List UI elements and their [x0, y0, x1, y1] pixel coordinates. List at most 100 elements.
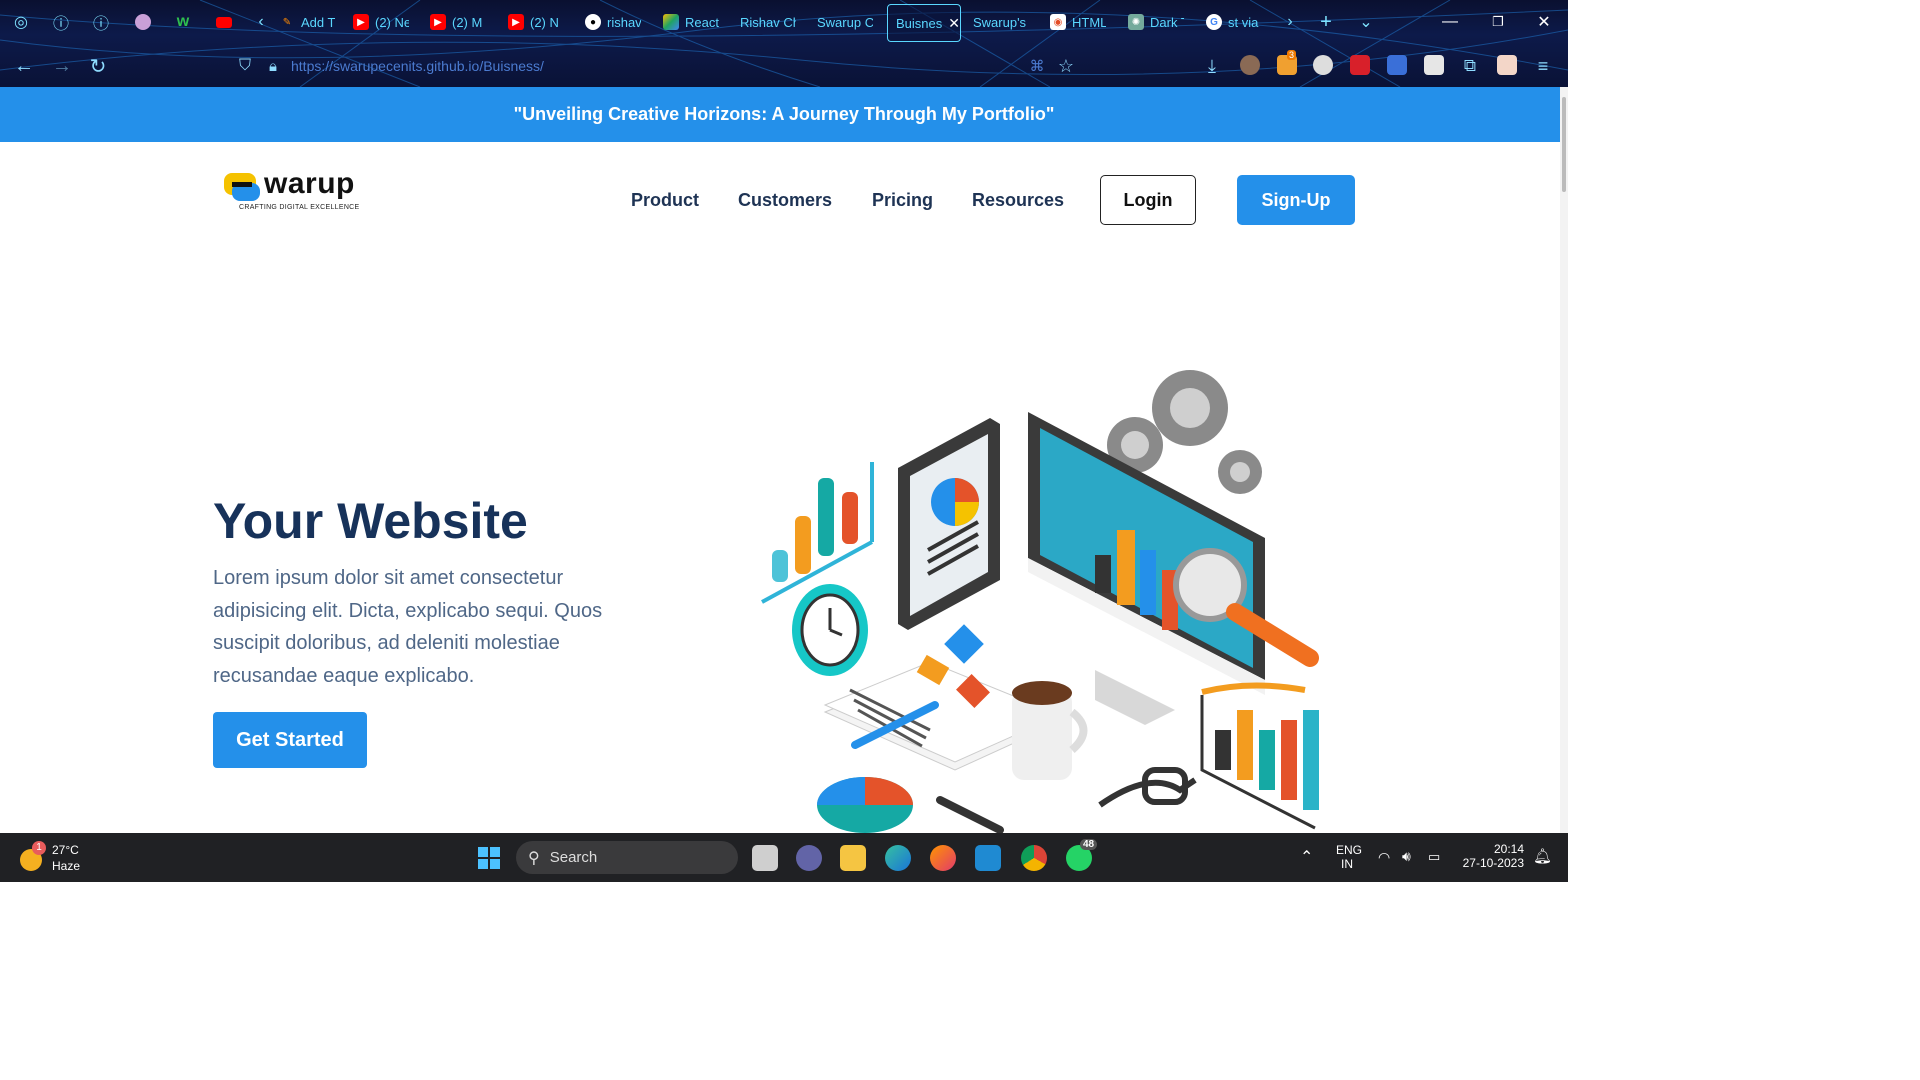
tab-label: Add T [301, 14, 335, 30]
tab-label: Dark T [1150, 14, 1184, 30]
taskbar: 1 27°C Haze ⚲ Search 48 ⌃ ENG IN ◠ 🔊︎ ▭ … [0, 833, 1568, 882]
tab-7[interactable]: Swarup C [817, 4, 873, 40]
feather-icon: ✎ [282, 16, 292, 28]
browser-chrome: ◎ ⓘ ⓘ w ‹ ✎ Add T ▶ (2) Ne ▶ (2) M ▶ (2)… [0, 0, 1568, 87]
globe-icon[interactable]: ◎ [11, 12, 31, 32]
pen-graphic [936, 796, 1004, 833]
colorpicker-extension-icon[interactable] [1350, 55, 1370, 75]
volume-icon[interactable]: 🔊︎ [1402, 848, 1411, 865]
reload-icon[interactable]: ↻ [86, 54, 110, 78]
shield-icon[interactable]: ⛉ [233, 54, 257, 78]
page-scrollbar[interactable] [1560, 87, 1568, 833]
notes-extension-icon[interactable] [1424, 55, 1444, 75]
task-view-icon[interactable] [752, 845, 778, 871]
tab-10[interactable]: ◉ HTML [1050, 4, 1106, 40]
login-button[interactable]: Login [1100, 175, 1196, 225]
menu-icon[interactable]: ≡ [1531, 54, 1555, 78]
tab-6[interactable]: Rishav Ch [740, 4, 796, 40]
hero-illustration [761, 370, 1319, 833]
tab-12[interactable]: G st via [1206, 4, 1264, 40]
file-explorer-icon[interactable] [840, 845, 866, 871]
tab-label: Rishav Ch [740, 14, 796, 30]
whatsapp-icon[interactable]: 48 [1066, 839, 1098, 871]
chrome-icon[interactable] [1021, 845, 1047, 871]
chevron-down-icon[interactable]: ⌄ [1356, 12, 1376, 32]
tab-2[interactable]: ▶ (2) M [430, 4, 486, 40]
edge-icon[interactable] [885, 845, 911, 871]
translate-icon[interactable]: ⌘ [1025, 54, 1049, 78]
tab-1[interactable]: ▶ (2) Ne [353, 4, 409, 40]
nav-pricing[interactable]: Pricing [872, 190, 933, 211]
whatsapp-badge: 48 [1080, 839, 1098, 850]
tab-0[interactable]: ✎ Add T [279, 4, 335, 40]
puzzle-icon[interactable]: ⧉ [1458, 54, 1482, 78]
vscode-icon[interactable] [975, 845, 1001, 871]
tablet-graphic [898, 418, 1000, 630]
tab-9[interactable]: Swarup's P [973, 4, 1029, 40]
download-icon[interactable]: ⤓ [1200, 54, 1224, 78]
chevron-right-icon[interactable]: › [1280, 12, 1300, 32]
drive-icon [663, 14, 679, 30]
openai-icon: ✺ [1128, 14, 1144, 30]
bar-chart-graphic-2 [1200, 682, 1319, 830]
wifi-icon[interactable]: ◠ [1378, 849, 1390, 866]
clock[interactable]: 20:14 27-10-2023 [1462, 842, 1524, 870]
restore-icon[interactable]: ❐ [1488, 12, 1508, 32]
lock-icon[interactable]: 🔒︎ [261, 54, 285, 78]
chevron-up-icon[interactable]: ⌃ [1300, 847, 1313, 867]
weather-badge: 1 [32, 841, 46, 855]
search-label: Search [549, 849, 598, 866]
minimize-icon[interactable]: — [1440, 12, 1460, 32]
region-code: IN [1341, 857, 1353, 871]
notification-bell-icon[interactable]: 🔔︎ [1533, 847, 1552, 865]
weather-widget[interactable]: 1 27°C Haze [18, 841, 98, 875]
new-tab-icon[interactable]: + [1316, 11, 1336, 33]
profile-avatar-icon[interactable] [1240, 55, 1260, 75]
window-close-icon[interactable]: ✕ [1534, 12, 1554, 32]
tab-3[interactable]: ▶ (2) N [508, 4, 564, 40]
nav-customers[interactable]: Customers [738, 190, 832, 211]
monitor-graphic [1028, 412, 1319, 725]
close-icon[interactable]: ✕ [948, 15, 960, 32]
clock-time: 20:14 [1493, 842, 1524, 856]
tab-label: HTML [1072, 14, 1106, 30]
info-icon[interactable]: ⓘ [91, 12, 111, 33]
tab-5[interactable]: React [663, 4, 719, 40]
tab-11[interactable]: ✺ Dark T [1128, 4, 1184, 40]
hero-title: Your Website [213, 493, 528, 549]
extension-badge: 3 [1287, 50, 1297, 60]
chevron-left-icon[interactable]: ‹ [251, 12, 271, 32]
logo-wordmark: warup [264, 167, 355, 200]
google-icon: G [1206, 14, 1222, 30]
logo[interactable]: warup CRAFTING DIGITAL EXCELLENCE [222, 165, 372, 225]
glasses-extension-icon[interactable] [1313, 55, 1333, 75]
avatar-tab-icon[interactable] [133, 12, 153, 32]
tab-label: st via [1228, 14, 1259, 30]
get-started-button[interactable]: Get Started [213, 712, 367, 768]
info-icon[interactable]: ⓘ [51, 12, 71, 33]
tab-4[interactable]: ● rishav [585, 4, 641, 40]
nav-product[interactable]: Product [631, 190, 699, 211]
tab-label: (2) M [452, 14, 483, 30]
windows-start-icon[interactable] [476, 845, 502, 871]
nav-resources[interactable]: Resources [972, 190, 1064, 211]
tab-label: (2) Ne [375, 14, 409, 30]
scrollbar-thumb[interactable] [1562, 97, 1566, 192]
battery-icon[interactable]: ▭ [1428, 849, 1440, 865]
extension-icon[interactable]: 3 [1277, 50, 1297, 75]
tab-label: Buisnes [896, 15, 943, 31]
bookmark-star-icon[interactable]: ☆ [1054, 54, 1078, 78]
page-extension-icon[interactable] [1497, 55, 1517, 75]
language-indicator[interactable]: ENG IN [1336, 843, 1362, 871]
tab-active[interactable]: Buisnes ✕ [887, 4, 961, 42]
translate-extension-icon[interactable] [1387, 55, 1407, 75]
address-bar[interactable]: https://swarupecenits.github.io/Buisness… [291, 58, 544, 74]
youtube-tab-icon[interactable] [214, 12, 234, 32]
forward-icon[interactable]: → [50, 54, 74, 78]
teams-icon[interactable] [796, 845, 822, 871]
signup-button[interactable]: Sign-Up [1237, 175, 1355, 225]
firefox-icon[interactable] [930, 845, 956, 871]
w-tab-icon[interactable]: w [173, 12, 193, 32]
taskbar-search[interactable]: ⚲ Search [516, 841, 738, 874]
back-icon[interactable]: ← [12, 54, 36, 78]
